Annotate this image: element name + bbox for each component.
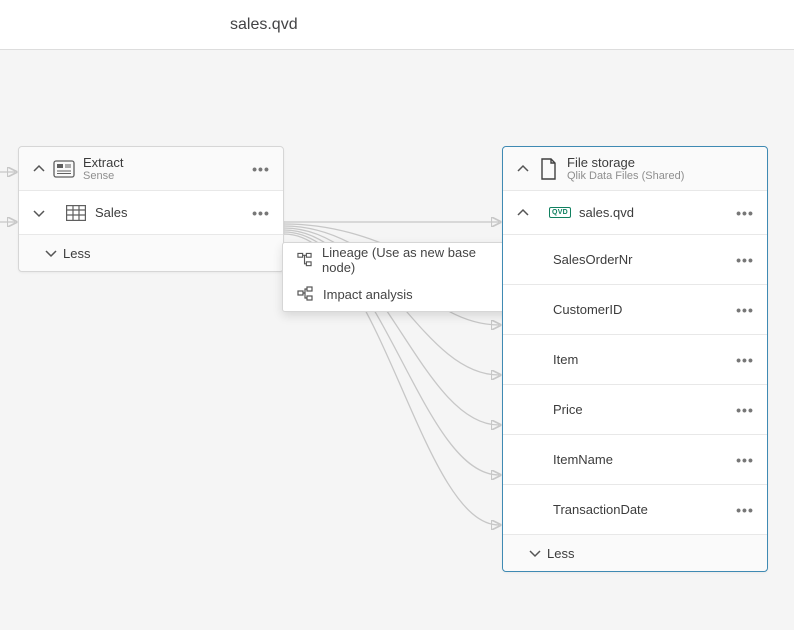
chevron-down-icon [523, 541, 547, 565]
field-label: ItemName [511, 452, 731, 467]
chevron-down-icon [39, 241, 63, 265]
extract-more-button[interactable]: ••• [247, 161, 275, 177]
ctx-impact-label: Impact analysis [323, 287, 413, 302]
file-storage-card: File storage Qlik Data Files (Shared) QV… [502, 146, 768, 572]
impact-icon [297, 286, 313, 302]
field-more-button[interactable]: ••• [731, 452, 759, 468]
page-header: sales.qvd [0, 0, 794, 50]
extract-card: Extract Sense ••• Sales ••• [18, 146, 284, 272]
field-row[interactable]: SalesOrderNr ••• [503, 235, 767, 285]
file-storage-subtitle: Qlik Data Files (Shared) [567, 170, 759, 182]
sales-row[interactable]: Sales ••• [19, 191, 283, 235]
sales-qvd-label: sales.qvd [579, 205, 731, 220]
context-menu: Lineage (Use as new base node) Impact an… [282, 242, 516, 312]
extract-less-row[interactable]: Less [19, 235, 283, 271]
field-label: TransactionDate [511, 502, 731, 517]
file-storage-header[interactable]: File storage Qlik Data Files (Shared) [503, 147, 767, 191]
field-row[interactable]: ItemName ••• [503, 435, 767, 485]
sales-qvd-row[interactable]: QVD sales.qvd ••• [503, 191, 767, 235]
page-title: sales.qvd [230, 16, 298, 34]
field-label: SalesOrderNr [511, 252, 731, 267]
lineage-canvas: Extract Sense ••• Sales ••• [0, 50, 794, 630]
file-icon [535, 156, 561, 182]
field-more-button[interactable]: ••• [731, 252, 759, 268]
field-row[interactable]: CustomerID ••• [503, 285, 767, 335]
field-more-button[interactable]: ••• [731, 502, 759, 518]
field-row[interactable]: Price ••• [503, 385, 767, 435]
file-storage-title: File storage [567, 155, 759, 170]
sales-more-button[interactable]: ••• [247, 205, 275, 221]
field-more-button[interactable]: ••• [731, 302, 759, 318]
qvd-icon: QVD [547, 200, 573, 226]
file-storage-less-label: Less [547, 546, 574, 561]
extract-less-label: Less [63, 246, 90, 261]
extract-subtitle: Sense [83, 170, 247, 182]
field-more-button[interactable]: ••• [731, 402, 759, 418]
sales-label: Sales [95, 205, 247, 220]
extract-card-header[interactable]: Extract Sense ••• [19, 147, 283, 191]
table-icon [63, 200, 89, 226]
ctx-lineage-label: Lineage (Use as new base node) [322, 245, 501, 275]
field-row[interactable]: Item ••• [503, 335, 767, 385]
field-label: Price [511, 402, 731, 417]
file-storage-less-row[interactable]: Less [503, 535, 767, 571]
ctx-impact-item[interactable]: Impact analysis [283, 277, 515, 311]
field-row[interactable]: TransactionDate ••• [503, 485, 767, 535]
field-label: Item [511, 352, 731, 367]
field-label: CustomerID [511, 302, 731, 317]
chevron-up-icon[interactable] [27, 157, 51, 181]
lineage-icon [297, 252, 312, 268]
extract-title: Extract [83, 155, 247, 170]
chevron-up-icon[interactable] [511, 201, 535, 225]
ctx-lineage-item[interactable]: Lineage (Use as new base node) [283, 243, 515, 277]
chevron-up-icon[interactable] [511, 157, 535, 181]
field-more-button[interactable]: ••• [731, 352, 759, 368]
chevron-down-icon[interactable] [27, 201, 51, 225]
sales-qvd-more-button[interactable]: ••• [731, 205, 759, 221]
app-icon [51, 156, 77, 182]
